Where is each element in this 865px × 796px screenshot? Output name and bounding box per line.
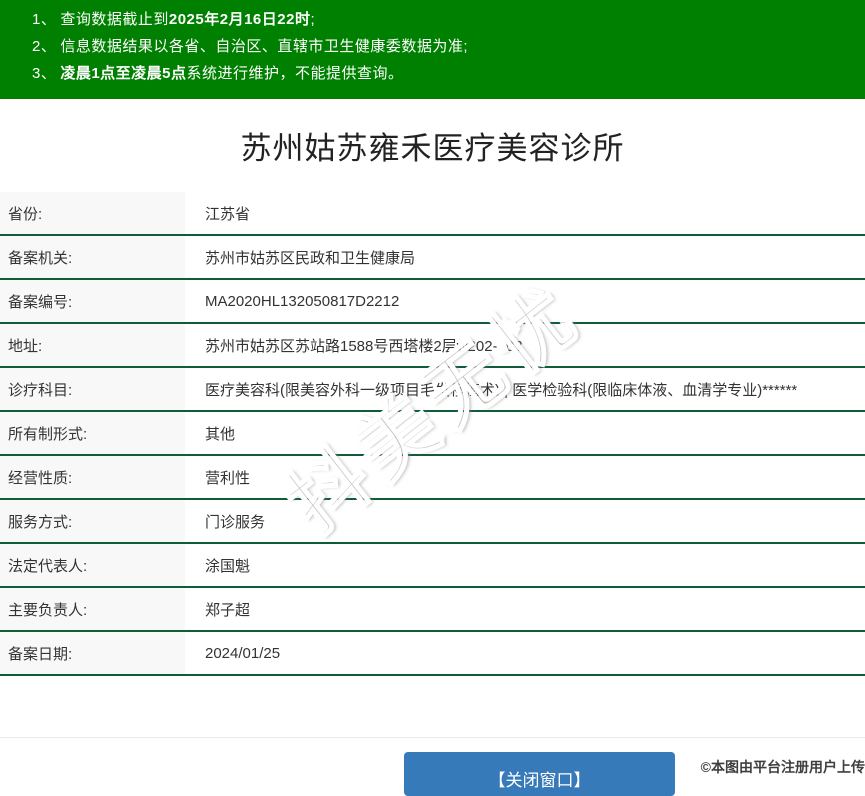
table-row-medical-subjects: 诊疗科目: 医疗美容科(限美容外科一级项目毛发移植术) | 医学检验科(限临床体… (0, 368, 865, 412)
row-value: 2024/01/25 (205, 644, 281, 662)
notice-number: 2、 (32, 38, 57, 55)
row-label: 主要负责人: (0, 588, 185, 630)
row-value: 医疗美容科(限美容外科一级项目毛发移植术) | 医学检验科(限临床体液、血清学专… (205, 381, 798, 399)
row-label: 省份: (0, 192, 185, 234)
notice-number: 1、 (32, 11, 57, 28)
row-label: 诊疗科目: (0, 368, 185, 410)
notice-text: 系统进行维护，不能提供查询。 (186, 65, 404, 82)
notice-text: ; (310, 11, 316, 28)
notice-line-3: 3、 凌晨1点至凌晨5点系统进行维护，不能提供查询。 (0, 60, 865, 87)
row-value: 其他 (205, 425, 236, 443)
row-label: 法定代表人: (0, 544, 185, 586)
table-row-province: 省份: 江苏省 (0, 192, 865, 236)
table-row-filing-date: 备案日期: 2024/01/25 (0, 632, 865, 676)
table-row-filing-authority: 备案机关: 苏州市姑苏区民政和卫生健康局 (0, 236, 865, 280)
row-label: 所有制形式: (0, 412, 185, 454)
footer-divider (0, 737, 865, 738)
row-value: 营利性 (205, 469, 251, 487)
row-label: 备案日期: (0, 632, 185, 674)
info-table: 省份: 江苏省 备案机关: 苏州市姑苏区民政和卫生健康局 备案编号: MA202… (0, 192, 865, 676)
notice-line-1: 1、 查询数据截止到2025年2月16日22时; (0, 6, 865, 33)
table-row-operation-nature: 经营性质: 营利性 (0, 456, 865, 500)
row-label: 地址: (0, 324, 185, 366)
close-window-button[interactable]: 【关闭窗口】 (404, 752, 675, 796)
table-row-address: 地址: 苏州市姑苏区苏站路1588号西塔楼2层w202-203 (0, 324, 865, 368)
table-row-principal: 主要负责人: 郑子超 (0, 588, 865, 632)
notice-line-2: 2、 信息数据结果以各省、自治区、直辖市卫生健康委数据为准; (0, 33, 865, 60)
notice-header: 1、 查询数据截止到2025年2月16日22时; 2、 信息数据结果以各省、自治区、… (0, 0, 865, 99)
row-label: 经营性质: (0, 456, 185, 498)
table-row-filing-number: 备案编号: MA2020HL132050817D2212 (0, 280, 865, 324)
row-value: 涂国魁 (205, 557, 251, 575)
row-label: 服务方式: (0, 500, 185, 542)
notice-text-bold: 2025年2月16日22时 (168, 11, 311, 28)
notice-text: 信息数据结果以各省、自治区、直辖市卫生健康委数据为准; (60, 38, 469, 55)
notice-number: 3、 (32, 65, 57, 82)
row-value: 江苏省 (205, 205, 251, 223)
table-row-service-mode: 服务方式: 门诊服务 (0, 500, 865, 544)
table-row-ownership: 所有制形式: 其他 (0, 412, 865, 456)
row-value: 门诊服务 (205, 513, 266, 531)
notice-text: 查询数据截止到 (60, 11, 169, 28)
row-value: 苏州市姑苏区苏站路1588号西塔楼2层w202-203 (205, 337, 523, 355)
row-label: 备案编号: (0, 280, 185, 322)
copyright-watermark: ©本图由平台注册用户上传 (700, 759, 865, 775)
row-value: 郑子超 (205, 601, 251, 619)
row-value: MA2020HL132050817D2212 (205, 292, 400, 310)
notice-text-bold: 凌晨1点至凌晨5点 (60, 65, 187, 82)
table-row-legal-representative: 法定代表人: 涂国魁 (0, 544, 865, 588)
title-section: 苏州姑苏雍禾医疗美容诊所 (0, 99, 865, 192)
row-label: 备案机关: (0, 236, 185, 278)
page-title: 苏州姑苏雍禾医疗美容诊所 (240, 131, 625, 166)
row-value: 苏州市姑苏区民政和卫生健康局 (205, 249, 416, 267)
